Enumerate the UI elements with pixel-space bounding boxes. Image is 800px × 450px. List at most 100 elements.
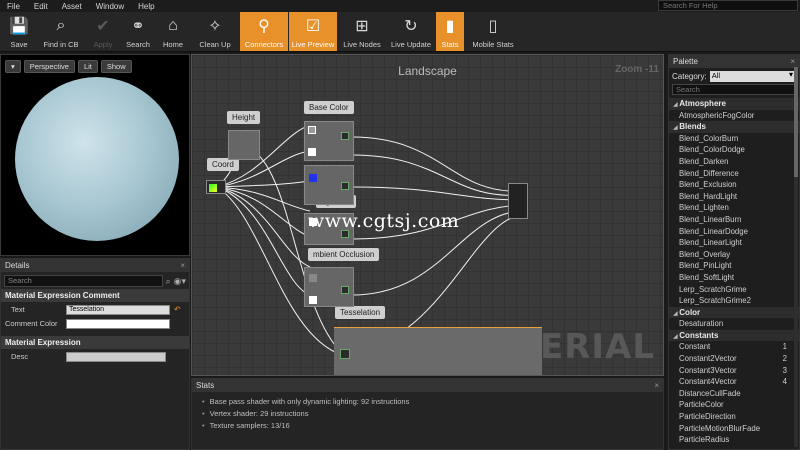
coord-node[interactable] bbox=[206, 180, 226, 194]
desc-property-row: Desc bbox=[1, 350, 189, 363]
palette-item[interactable]: Constant3Vector 3 bbox=[669, 365, 799, 377]
palette-item-shortcut: 1 bbox=[782, 342, 787, 352]
palette-item[interactable]: Lerp_ScratchGrime bbox=[669, 284, 799, 296]
palette-search-input[interactable]: Search bbox=[672, 84, 796, 95]
palette-item[interactable]: ParticleRadius bbox=[669, 434, 799, 446]
palette-item[interactable]: Blend_LinearBurn bbox=[669, 214, 799, 226]
close-icon[interactable]: × bbox=[790, 57, 795, 66]
save-icon: 💾 bbox=[9, 18, 29, 35]
palette-item[interactable]: Blend_Difference bbox=[669, 168, 799, 180]
palette-item-label: Constant3Vector bbox=[679, 365, 737, 375]
lit-button[interactable]: Lit bbox=[77, 60, 98, 73]
close-icon[interactable]: × bbox=[180, 261, 185, 270]
base-color-node[interactable] bbox=[304, 121, 354, 161]
apply-button[interactable]: ✔ Apply bbox=[86, 12, 120, 51]
live-update-label: Live Update bbox=[390, 40, 432, 49]
base-color-comment-label[interactable]: Base Color bbox=[304, 101, 354, 114]
palette-item[interactable]: Blend_Darken bbox=[669, 156, 799, 168]
comment-color-swatch[interactable] bbox=[66, 318, 170, 329]
menu-edit[interactable]: Edit bbox=[27, 2, 55, 11]
material-result-node[interactable] bbox=[508, 183, 528, 219]
connectors-button[interactable]: ⚲ Connectors bbox=[240, 12, 288, 51]
comment-section-header[interactable]: Material Expression Comment bbox=[1, 289, 189, 302]
palette-category[interactable]: Blends bbox=[669, 121, 799, 133]
live-update-button[interactable]: ↻ Live Update bbox=[387, 12, 435, 51]
clean-up-button[interactable]: ✧ Clean Up bbox=[191, 12, 239, 51]
find-in-cb-label: Find in CB bbox=[43, 40, 79, 49]
palette-tab[interactable]: Palette × bbox=[669, 55, 799, 68]
palette-item[interactable]: Constant 1 bbox=[669, 341, 799, 353]
preview-viewport[interactable]: ▾ Perspective Lit Show bbox=[0, 54, 190, 256]
eye-icon[interactable]: ◉▾ bbox=[174, 276, 186, 287]
viewport-menu-button[interactable]: ▾ bbox=[5, 60, 21, 73]
zoom-level: Zoom -11 bbox=[615, 64, 659, 75]
palette-item[interactable]: Blend_Lighten bbox=[669, 202, 799, 214]
palette-item[interactable]: ParticleDirection bbox=[669, 411, 799, 423]
find-in-cb-button[interactable]: ⌕ Find in CB bbox=[37, 12, 85, 51]
text-property-input[interactable]: Tesselation bbox=[66, 304, 170, 315]
home-icon: ⌂ bbox=[168, 17, 178, 34]
palette-item[interactable]: Blend_ColorBurn bbox=[669, 133, 799, 145]
height-comment-label[interactable]: Height bbox=[227, 111, 261, 124]
tess-output-pin[interactable] bbox=[340, 349, 350, 359]
home-button[interactable]: ⌂ Home bbox=[156, 12, 190, 51]
show-button[interactable]: Show bbox=[100, 60, 132, 73]
palette-category[interactable]: Constants bbox=[669, 329, 799, 342]
tess-comment-label[interactable]: Tesselation bbox=[335, 306, 386, 319]
close-icon[interactable]: × bbox=[654, 381, 659, 390]
palette-item[interactable]: AtmosphericFogColor bbox=[669, 110, 799, 122]
palette-panel: Palette × Category: All Search Atmosphere… bbox=[668, 54, 800, 450]
details-search-input[interactable]: Search bbox=[4, 275, 163, 287]
palette-item[interactable]: ParticleMotionBlurFade bbox=[669, 423, 799, 435]
palette-item[interactable]: ParticleColor bbox=[669, 399, 799, 411]
save-button[interactable]: 💾 Save bbox=[2, 12, 36, 51]
reset-arrow-icon[interactable]: ↶ bbox=[174, 305, 181, 314]
palette-item-label: Blend_ColorDodge bbox=[679, 145, 745, 155]
palette-item[interactable]: Blend_PinLight bbox=[669, 260, 799, 272]
height-node[interactable] bbox=[228, 130, 260, 160]
expression-section-header[interactable]: Material Expression bbox=[1, 336, 189, 349]
palette-item-label: Blend_Exclusion bbox=[679, 180, 737, 190]
palette-item[interactable]: Desaturation bbox=[669, 318, 799, 330]
live-preview-button[interactable]: ☑ Live Preview bbox=[289, 12, 337, 51]
mobile-stats-button[interactable]: ▯ Mobile Stats bbox=[465, 12, 521, 51]
live-nodes-button[interactable]: ⊞ Live Nodes bbox=[338, 12, 386, 51]
palette-item[interactable]: Blend_Overlay bbox=[669, 249, 799, 261]
normal-node[interactable] bbox=[304, 165, 354, 205]
palette-item[interactable]: Blend_ColorDodge bbox=[669, 144, 799, 156]
desc-property-input[interactable] bbox=[66, 351, 166, 362]
stats-button[interactable]: ▮ Stats bbox=[436, 12, 464, 51]
comment-color-row: Comment Color bbox=[1, 317, 189, 330]
palette-category[interactable]: Atmosphere bbox=[669, 98, 799, 110]
menu-window[interactable]: Window bbox=[89, 2, 131, 11]
menu-file[interactable]: File bbox=[0, 2, 27, 11]
palette-item[interactable]: Blend_SoftLight bbox=[669, 272, 799, 284]
palette-category[interactable]: Color bbox=[669, 306, 799, 319]
category-select[interactable]: All bbox=[709, 70, 796, 82]
palette-item[interactable]: Blend_LinearDodge bbox=[669, 226, 799, 238]
palette-scrollbar[interactable] bbox=[794, 67, 798, 447]
palette-item[interactable]: Blend_Exclusion bbox=[669, 179, 799, 191]
details-tab[interactable]: Details × bbox=[1, 259, 189, 272]
tesselation-comment-box[interactable] bbox=[334, 327, 542, 375]
palette-item-label: Blend_SoftLight bbox=[679, 272, 735, 282]
material-graph[interactable]: Landscape Zoom -11 MATERIAL Height Coord… bbox=[191, 54, 664, 376]
menu-help[interactable]: Help bbox=[131, 2, 161, 11]
palette-item[interactable]: Constant2Vector 2 bbox=[669, 353, 799, 365]
home-label: Home bbox=[162, 40, 183, 49]
search-button[interactable]: ⚭ Search bbox=[121, 12, 155, 51]
menu-asset[interactable]: Asset bbox=[55, 2, 89, 11]
comment-color-label: Comment Color bbox=[5, 319, 58, 328]
palette-item[interactable]: Blend_LinearLight bbox=[669, 237, 799, 249]
stats-tab[interactable]: Stats × bbox=[192, 379, 663, 392]
mobile-stats-icon: ▯ bbox=[488, 18, 498, 35]
palette-item[interactable]: DistanceCullFade bbox=[669, 388, 799, 400]
palette-item[interactable]: Lerp_ScratchGrime2 bbox=[669, 295, 799, 307]
palette-item[interactable]: Constant4Vector 4 bbox=[669, 376, 799, 388]
ao-node[interactable] bbox=[304, 267, 354, 307]
perspective-button[interactable]: Perspective bbox=[23, 60, 75, 73]
palette-item-label: ParticleColor bbox=[679, 400, 724, 410]
palette-item[interactable]: Blend_HardLight bbox=[669, 191, 799, 203]
ao-comment-label[interactable]: mbient Occlusion bbox=[308, 248, 380, 261]
help-search-input[interactable]: Search For Help bbox=[658, 0, 798, 11]
